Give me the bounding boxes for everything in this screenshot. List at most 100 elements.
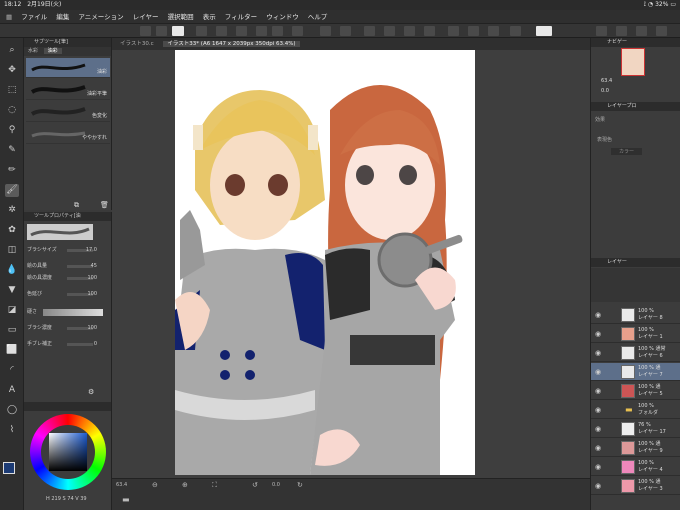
zoom-tool-icon[interactable]: ⌕ [5,44,19,57]
menu-window[interactable]: ウィンドウ [266,13,299,21]
menu-selection[interactable]: 選択範囲 [168,13,194,21]
eye-icon[interactable]: ◉ [595,482,601,490]
tab-oil[interactable]: 油彩 [43,48,62,54]
invert-icon[interactable] [424,26,435,36]
saturation-value-square[interactable] [49,433,87,471]
fill-tool-icon[interactable]: ▼ [5,284,19,297]
subtool-add-icon[interactable]: ⧉ [74,201,79,210]
pressure-icon[interactable] [616,26,627,36]
text-tool-icon[interactable]: A [5,384,19,397]
eye-icon[interactable]: ◉ [595,425,601,433]
fullscreen-icon[interactable] [636,26,647,36]
more-icon[interactable] [656,26,667,36]
rotate-right-icon[interactable]: ↻ [297,481,303,489]
decoration-tool-icon[interactable]: ✿ [5,224,19,237]
brush-item-oil-flat[interactable]: 油彩平筆 [26,80,110,100]
layer-row[interactable]: ◉ 100 % 通レイヤー 9 [591,439,680,457]
brush-item-color-change[interactable]: 色変化 [26,102,110,122]
help-icon[interactable] [536,26,552,36]
eye-icon[interactable]: ◉ [595,463,601,471]
pen-settings-icon[interactable] [488,26,499,36]
eye-icon[interactable]: ◉ [595,444,601,452]
gradient-tool-icon[interactable]: ◪ [5,304,19,317]
navigator-zoom[interactable]: 63.4 [601,78,612,84]
zoom-readout[interactable]: 63.4 [116,482,127,488]
main-color-swatch[interactable] [3,462,15,474]
eye-icon[interactable]: ◉ [595,406,601,414]
pen-tool-icon[interactable]: ✎ [5,144,19,157]
move-tool-icon[interactable]: ✥ [5,64,19,77]
layer-row[interactable]: ◉ 100 % 通レイヤー 5 [591,382,680,400]
eye-icon[interactable]: ◉ [595,387,601,395]
eye-icon[interactable]: ◉ [595,311,601,319]
layer-row[interactable]: ◉ 100 % レイヤー 8 [591,306,680,324]
lasso-tool-icon[interactable]: ◌ [5,104,19,117]
menu-file[interactable]: ファイル [21,13,47,21]
prop-paint-density[interactable]: 絵の具濃度 100 [27,274,109,283]
doc-tab-1[interactable]: イラスト30.c [116,41,158,47]
menu-help[interactable]: ヘルプ [308,13,328,21]
deselect-icon[interactable] [384,26,395,36]
app-icon[interactable]: ▦ [6,13,12,21]
snap-icon[interactable] [468,26,479,36]
navigator-thumbnail[interactable] [621,48,645,76]
prop-brush-size[interactable]: ブラシサイズ 17.0 [27,246,109,255]
eye-icon[interactable] [172,26,184,36]
menu-edit[interactable]: 編集 [56,13,69,21]
fit-icon[interactable]: ⛶ [212,481,217,490]
eye-icon[interactable]: ◉ [595,349,601,357]
zoom-in-icon[interactable]: ⊕ [182,481,188,489]
navigator-angle[interactable]: 0.0 [601,88,609,94]
subtool-delete-icon[interactable]: 🗑 [100,201,109,209]
correction-tool-icon[interactable]: ⌇ [5,424,19,437]
canvas-menu-icon[interactable]: ▬ [122,495,130,504]
settings-icon[interactable] [596,26,607,36]
airbrush-tool-icon[interactable]: ✲ [5,204,19,217]
eye-icon[interactable]: ◉ [595,368,601,376]
balloon-tool-icon[interactable]: ◯ [5,404,19,417]
artwork-canvas[interactable] [175,50,475,475]
eyedropper-tool-icon[interactable]: ⚲ [5,124,19,137]
doc-tab-2[interactable]: イラスト33* (A6 1647 x 2039px 350dpi 63.4%) [163,41,300,47]
mirror-icon[interactable] [510,26,521,36]
frame-tool-icon[interactable]: ⬜ [5,344,19,357]
layer-row[interactable]: ◉ 100 % 通レイヤー 3 [591,477,680,495]
ruler-tool-icon[interactable]: ◜ [5,364,19,377]
zoom-out-icon[interactable]: ⊖ [152,481,158,489]
new-file-button[interactable] [140,26,151,36]
ruler-icon[interactable] [448,26,459,36]
menu-layer[interactable]: レイヤー [133,13,159,21]
transform-icon[interactable] [320,26,331,36]
fill-icon[interactable] [364,26,375,36]
layer-row[interactable]: ◉ 100 % レイヤー 4 [591,458,680,476]
eye-icon[interactable]: ◉ [595,330,601,338]
select-tool-icon[interactable]: ⬚ [5,84,19,97]
layer-row-selected[interactable]: ◉ 100 % 通レイヤー 7 [591,363,680,381]
brush-tool-icon[interactable]: 🖌 [5,184,19,197]
menu-filter[interactable]: フィルター [225,13,257,21]
layer-folder-row[interactable]: ◉ ▬ 100 % フォルダ [591,401,680,419]
copy-button[interactable] [196,26,207,36]
brush-item-oil[interactable]: 油彩 [26,58,110,78]
figure-tool-icon[interactable]: ▭ [5,324,19,337]
prop-stabilization[interactable]: 手ブレ補正 0 [27,340,109,349]
layerprop-color-mode[interactable]: カラー [611,148,643,155]
pencil-tool-icon[interactable]: ✏ [5,164,19,177]
blend-tool-icon[interactable]: 💧 [5,264,19,277]
brush-item-slight-blur[interactable]: ややかすれ [26,124,110,144]
layer-row[interactable]: ◉ 76 % レイヤー 17 [591,420,680,438]
prop-color-stretch[interactable]: 色延び 100 [27,290,109,299]
rotation-readout[interactable]: 0.0 [272,482,280,488]
paste-button[interactable] [216,26,227,36]
tab-watercolor[interactable]: 水彩 [24,48,42,54]
layer-row[interactable]: ◉ 100 % 通常 レイヤー 6 [591,344,680,362]
select-icon[interactable] [404,26,415,36]
grid-icon[interactable] [340,26,351,36]
prop-hardness[interactable]: 硬さ [27,308,109,317]
prop-brush-density[interactable]: ブラシ濃度 100 [27,324,109,333]
menu-animation[interactable]: アニメーション [78,13,123,21]
save-button[interactable] [236,26,247,36]
wrench-icon[interactable]: ⚙ [88,388,94,396]
open-button[interactable] [156,26,167,36]
redo-icon[interactable] [292,26,303,36]
